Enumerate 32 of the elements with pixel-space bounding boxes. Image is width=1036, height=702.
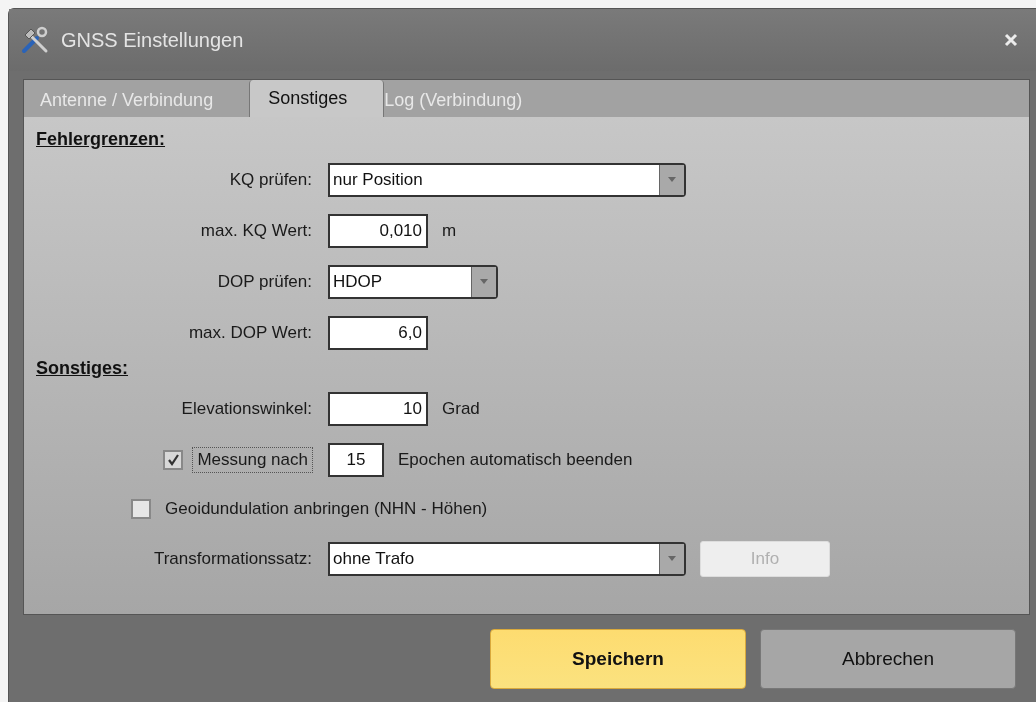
dropdown[interactable]: ohne Trafo [328, 541, 686, 576]
checkbox-label[interactable]: Messung nach [193, 447, 312, 472]
section-heading: Sonstiges: [36, 358, 129, 379]
field-label: DOP prüfen: [217, 271, 312, 292]
unit-label: Epochen automatisch beenden [398, 449, 633, 470]
checkbox[interactable] [163, 449, 184, 470]
field-label: Transformationssatz: [153, 548, 312, 569]
field-label: max. KQ Wert: [200, 220, 312, 241]
dropdown-arrow-icon [667, 555, 677, 562]
dropdown[interactable]: nur Position [328, 162, 686, 197]
field-label: max. DOP Wert: [188, 322, 312, 343]
dropdown[interactable]: HDOP [328, 264, 498, 299]
cancel-button[interactable]: Abbrechen [760, 628, 1016, 689]
save-button[interactable]: Speichern [490, 628, 746, 689]
number-field[interactable]: 6,0 [328, 315, 428, 350]
number-field[interactable]: 15 [328, 442, 384, 477]
section-heading: Fehlergrenzen: [36, 129, 167, 150]
unit-label: m [442, 220, 457, 241]
unit-label: Grad [442, 398, 480, 419]
tab[interactable]: Sonstiges [249, 80, 385, 117]
close-icon [1004, 33, 1018, 47]
number-field[interactable]: 10 [328, 391, 428, 426]
number-field[interactable]: 0,010 [328, 213, 428, 248]
checkbox[interactable] [131, 499, 151, 519]
dropdown-arrow-icon [479, 278, 489, 285]
field-label: KQ prüfen: [229, 169, 312, 190]
field-label: Elevationswinkel: [181, 398, 312, 419]
checkmark-icon [166, 453, 180, 466]
dropdown-arrow-icon [667, 176, 677, 183]
checkbox-label[interactable]: Geoidundulation anbringen (NHN - Höhen) [161, 497, 492, 521]
tools-icon [21, 26, 49, 54]
window-title: GNSS Einstellungen [61, 28, 245, 52]
